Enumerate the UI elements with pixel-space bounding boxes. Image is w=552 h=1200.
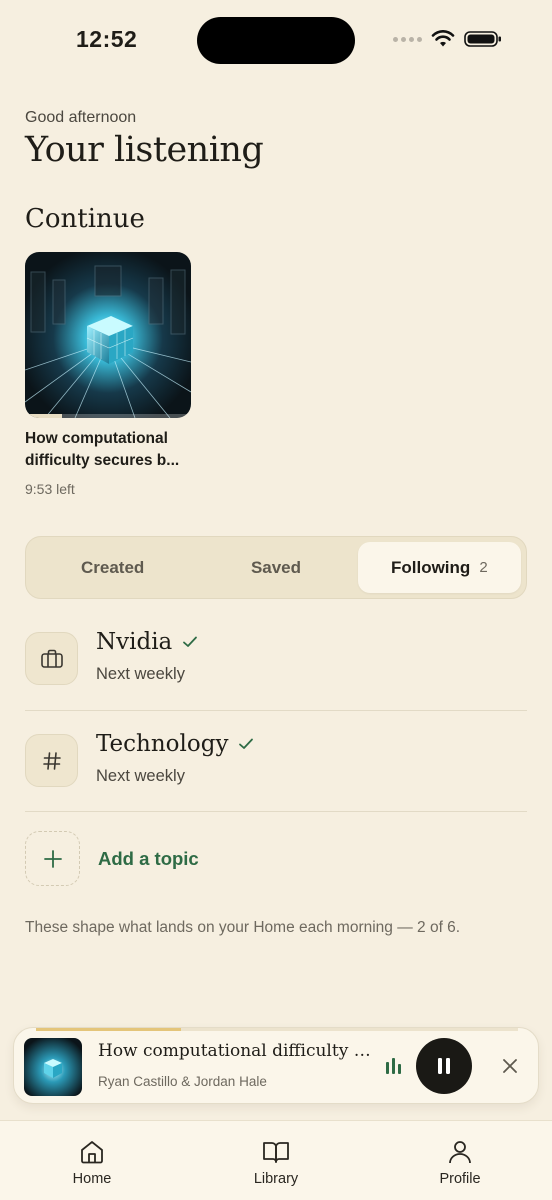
topics-footnote: These shape what lands on your Home each… [25, 919, 461, 936]
episode-cover-image [25, 252, 191, 418]
continue-section-title: Continue [25, 204, 145, 234]
nav-home[interactable]: Home [32, 1139, 152, 1187]
tab-created-label: Created [81, 557, 145, 577]
mini-player-progress-bar [36, 1028, 518, 1031]
tab-following-label: Following [390, 557, 471, 577]
check-icon [183, 636, 198, 647]
book-icon [263, 1142, 289, 1163]
battery-icon [464, 31, 501, 47]
continue-progress-bar [25, 414, 191, 418]
close-icon [503, 1059, 517, 1073]
home-icon [81, 1141, 103, 1164]
briefcase-icon [25, 632, 78, 685]
cellular-signal-icon [393, 36, 422, 42]
add-topic-button[interactable]: Add a topic [25, 831, 325, 887]
hash-icon [25, 734, 78, 787]
divider [25, 811, 527, 812]
status-icons [393, 30, 502, 48]
topic-schedule: Next weekly [96, 767, 185, 785]
topic-row-technology[interactable]: Technology Next weekly [25, 711, 527, 812]
status-bar: 12:52 [0, 0, 552, 80]
check-icon [239, 738, 254, 749]
topic-name: Nvidia [96, 629, 198, 655]
tab-following-count: 2 [479, 559, 488, 576]
topic-name-text: Technology [96, 731, 229, 757]
pause-button[interactable] [416, 1038, 472, 1094]
topic-name-text: Nvidia [96, 629, 173, 655]
tab-saved[interactable]: Saved [194, 542, 357, 593]
continue-episode-title: How computational difficulty secures b..… [25, 430, 180, 469]
tab-saved-label: Saved [250, 557, 302, 577]
mini-player-title: How computational difficulty s... [98, 1041, 378, 1061]
greeting: Good afternoon [25, 109, 137, 126]
add-topic-label: Add a topic [98, 848, 199, 869]
page-title: Your listening [25, 130, 264, 170]
nav-home-label: Home [72, 1171, 112, 1187]
library-tabs: Created Saved Following 2 [25, 536, 527, 599]
nav-library[interactable]: Library [216, 1139, 336, 1187]
dynamic-island [197, 17, 355, 64]
nav-profile-label: Profile [439, 1171, 481, 1187]
wifi-icon [431, 30, 455, 47]
mini-player[interactable]: How computational difficulty s... Ryan C… [13, 1027, 539, 1104]
topic-row-nvidia[interactable]: Nvidia Next weekly [25, 609, 527, 710]
tab-created[interactable]: Created [31, 542, 194, 593]
continue-time-left: 9:53 left [25, 481, 75, 497]
mini-player-artwork [24, 1038, 82, 1096]
topic-schedule: Next weekly [96, 665, 185, 683]
nav-library-label: Library [253, 1171, 299, 1187]
plus-icon [25, 831, 80, 886]
mini-player-progress-fill [36, 1028, 181, 1031]
tab-following[interactable]: Following 2 [357, 542, 521, 593]
status-time: 12:52 [76, 26, 138, 52]
person-icon [449, 1141, 471, 1164]
continue-card[interactable]: How computational difficulty secures b..… [25, 252, 191, 497]
topic-name: Technology [96, 731, 254, 757]
equalizer-icon [386, 1058, 401, 1074]
mini-player-hosts: Ryan Castillo & Jordan Hale [98, 1074, 267, 1089]
nav-profile[interactable]: Profile [400, 1139, 520, 1187]
pause-icon [438, 1058, 450, 1074]
continue-progress-fill [25, 414, 62, 418]
bottom-nav: Home Library Profile [0, 1120, 552, 1200]
close-button[interactable] [498, 1054, 522, 1078]
